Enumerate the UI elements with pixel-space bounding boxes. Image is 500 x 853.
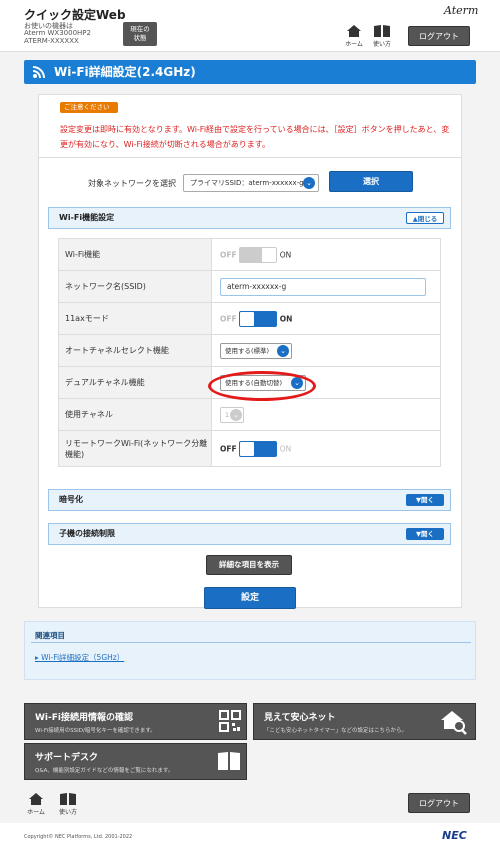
help-label: 使い方 [372,41,391,48]
header: クイック設定Web お使いの機器は Aterm WX3000HP2 ATERM-… [0,0,500,52]
help-button[interactable]: 使い方 [370,24,394,48]
book-icon [218,752,240,770]
wifi-settings-table: Wi-Fi機能 OFF ON ネットワーク名(SSID) aterm-xxxxx… [58,238,441,467]
help-label: 使い方 [58,809,77,816]
network-select[interactable]: プライマリSSID：aterm-xxxxxx-g ⌄ [183,174,319,192]
table-row: 11axモード OFF ON [58,302,441,335]
auto-channel-select[interactable]: 使用する(標準) ⌄ [220,342,292,359]
tile-desc: Wi-Fi接続用のSSID/暗号化キーを確認できます。 [35,728,156,734]
chevron-down-icon: ⌄ [230,408,242,421]
page-title-text: Wi-Fi詳細設定(2.4GHz) [54,65,196,79]
table-row: 使用チャネル 1 ⌄ [58,398,441,431]
client-limit-section-header[interactable]: 子機の接続制限 ▼開く [48,523,451,545]
home-label: ホーム [345,41,363,48]
home-button[interactable]: ホーム [342,24,366,48]
row-label: オートチャネルセレクト機能 [58,334,212,367]
footer-logout-button[interactable]: ログアウト [408,793,470,813]
support-desk-tile[interactable]: サポートデスク Q&A、機能別設定ガイドなどの情報をご覧になれます。 [24,743,247,780]
row-label: ネットワーク名(SSID) [58,270,212,303]
notice-badge: ご注意ください [60,102,118,113]
encryption-section-title: 暗号化 [59,495,83,504]
table-row: オートチャネルセレクト機能 使用する(標準) ⌄ [58,334,441,367]
tile-desc: 「こども安心ネットタイマー」などの設定はこちらから。 [264,728,408,734]
row-label: リモートワークWi-Fi(ネットワーク分離機能) [58,430,212,467]
home-icon [347,25,361,37]
channel-select[interactable]: 1 ⌄ [220,406,244,423]
nec-logo: NEC [442,829,467,842]
divider [31,642,471,643]
network-select-value: プライマリSSID：aterm-xxxxxx-g [190,179,304,187]
wifi-section-header[interactable]: Wi-Fi機能設定 ▲閉じる [48,207,451,229]
collapse-button[interactable]: ▲閉じる [406,212,444,224]
wifi-section-title: Wi-Fi機能設定 [59,213,115,222]
on-label: ON [279,250,292,259]
row-label: 使用チャネル [58,398,212,431]
network-select-label: 対象ネットワークを選択 [88,179,176,188]
brand-logo: Aterm [444,4,479,17]
client-limit-section-title: 子機の接続制限 [59,529,115,538]
table-row: リモートワークWi-Fi(ネットワーク分離機能) OFF ON [58,430,441,467]
expand-button[interactable]: ▼開く [406,494,444,506]
qr-code-icon [219,710,241,732]
home-label: ホーム [27,809,45,816]
home-icon [29,793,43,805]
table-row: ネットワーク名(SSID) aterm-xxxxxx-g [58,270,441,303]
row-label: デュアルチャネル機能 [58,366,212,399]
remote-work-wifi-toggle[interactable] [239,440,278,457]
auto-channel-value: 使用する(標準) [225,346,270,355]
book-icon [60,793,76,805]
highlight-annotation [208,371,316,401]
tile-desc: Q&A、機能別設定ガイドなどの情報をご覧になれます。 [35,768,174,774]
show-details-button[interactable]: 詳細な項目を表示 [206,555,292,575]
wifi-function-toggle[interactable] [239,246,278,263]
logout-button[interactable]: ログアウト [408,26,470,46]
11ax-mode-toggle[interactable] [239,310,278,327]
off-label: OFF [220,314,237,323]
save-button[interactable]: 設定 [204,587,296,609]
chevron-down-icon: ⌄ [277,344,289,357]
wifi-icon [32,66,45,79]
channel-value: 1 [225,410,230,419]
related-link-5ghz[interactable]: ▸ Wi-Fi詳細設定（5GHz） [35,652,124,663]
chevron-down-icon: ⌄ [303,177,315,189]
device-id: ATERM-XXXXXX [24,37,79,45]
page-title: Wi-Fi詳細設定(2.4GHz) [24,60,476,84]
notice-text: 設定変更は即時に有効となります。Wi-Fi経由で設定を行っている場合には、［設定… [60,125,450,149]
device-model: Aterm WX3000HP2 [24,29,91,37]
wifi-info-tile[interactable]: Wi-Fi接続用情報の確認 Wi-Fi接続用のSSID/暗号化キーを確認できます… [24,703,247,740]
encryption-section-header[interactable]: 暗号化 ▼開く [48,489,451,511]
copyright: Copyright© NEC Platforms, Ltd. 2001-2022 [24,834,133,840]
row-label: Wi-Fi機能 [58,238,212,271]
tile-title: サポートデスク [35,753,99,763]
related-title: 関連項目 [35,631,65,640]
footer-help-button[interactable]: 使い方 [56,792,80,816]
tile-title: Wi-Fi接続用情報の確認 [35,713,133,723]
table-row: Wi-Fi機能 OFF ON [58,238,441,271]
related-links-panel: 関連項目 ▸ Wi-Fi詳細設定（5GHz） [24,621,476,680]
book-icon [374,25,390,37]
mieru-anshin-tile[interactable]: 見えて安心ネット 「こども安心ネットタイマー」などの設定はこちらから。 [253,703,476,740]
ssid-input[interactable]: aterm-xxxxxx-g [220,277,426,296]
row-label: 11axモード [58,302,212,335]
on-label: ON [279,314,293,323]
on-label: ON [279,444,292,453]
expand-button[interactable]: ▼開く [406,528,444,540]
footer-home-button[interactable]: ホーム [24,792,48,816]
off-label: OFF [220,250,237,259]
select-network-button[interactable]: 選択 [329,171,413,192]
current-status-button[interactable]: 現在の 状態 [123,22,157,46]
tile-title: 見えて安心ネット [264,713,336,723]
off-label: OFF [220,444,237,453]
home-search-icon [441,711,467,735]
